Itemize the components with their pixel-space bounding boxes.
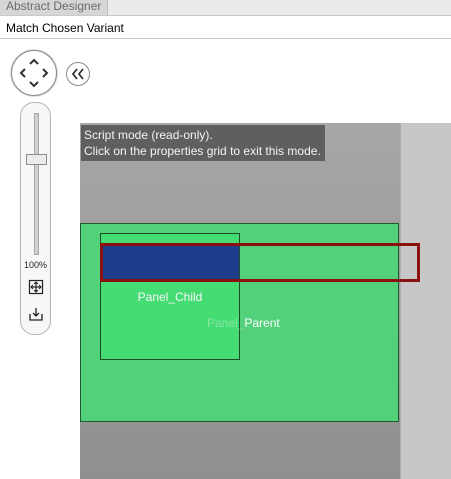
fit-to-screen-icon[interactable] — [28, 279, 44, 295]
panel-child-label: Panel_Child — [137, 290, 203, 304]
script-mode-message: Script mode (read-only). Click on the pr… — [81, 125, 325, 161]
panel-parent-label-prefix: Panel_ — [207, 316, 245, 330]
download-icon[interactable] — [28, 306, 44, 322]
zoom-slider-thumb[interactable] — [26, 154, 47, 165]
canvas-outside-area — [400, 123, 451, 479]
variant-bar: Match Chosen Variant — [0, 16, 451, 39]
panel-parent-label-suffix: Parent — [244, 316, 280, 330]
match-variant-label: Match Chosen Variant — [6, 21, 124, 35]
script-mode-line-1: Script mode (read-only). — [84, 128, 213, 142]
zoom-panel: 100% — [20, 102, 51, 335]
tab-abstract-designer[interactable]: Abstract Designer — [0, 0, 109, 15]
collapse-button[interactable] — [66, 62, 90, 86]
panel-parent-label: Panel_Parent — [207, 316, 280, 330]
designer-titlebar: Abstract Designer — [0, 0, 451, 16]
zoom-slider-track[interactable] — [34, 113, 39, 255]
selection-outline — [100, 243, 420, 282]
pan-arrows-icon — [19, 58, 49, 88]
pan-control[interactable] — [11, 50, 57, 96]
script-mode-line-2: Click on the properties grid to exit thi… — [84, 144, 321, 158]
zoom-level-label: 100% — [23, 260, 48, 270]
double-chevron-left-icon — [71, 68, 84, 80]
